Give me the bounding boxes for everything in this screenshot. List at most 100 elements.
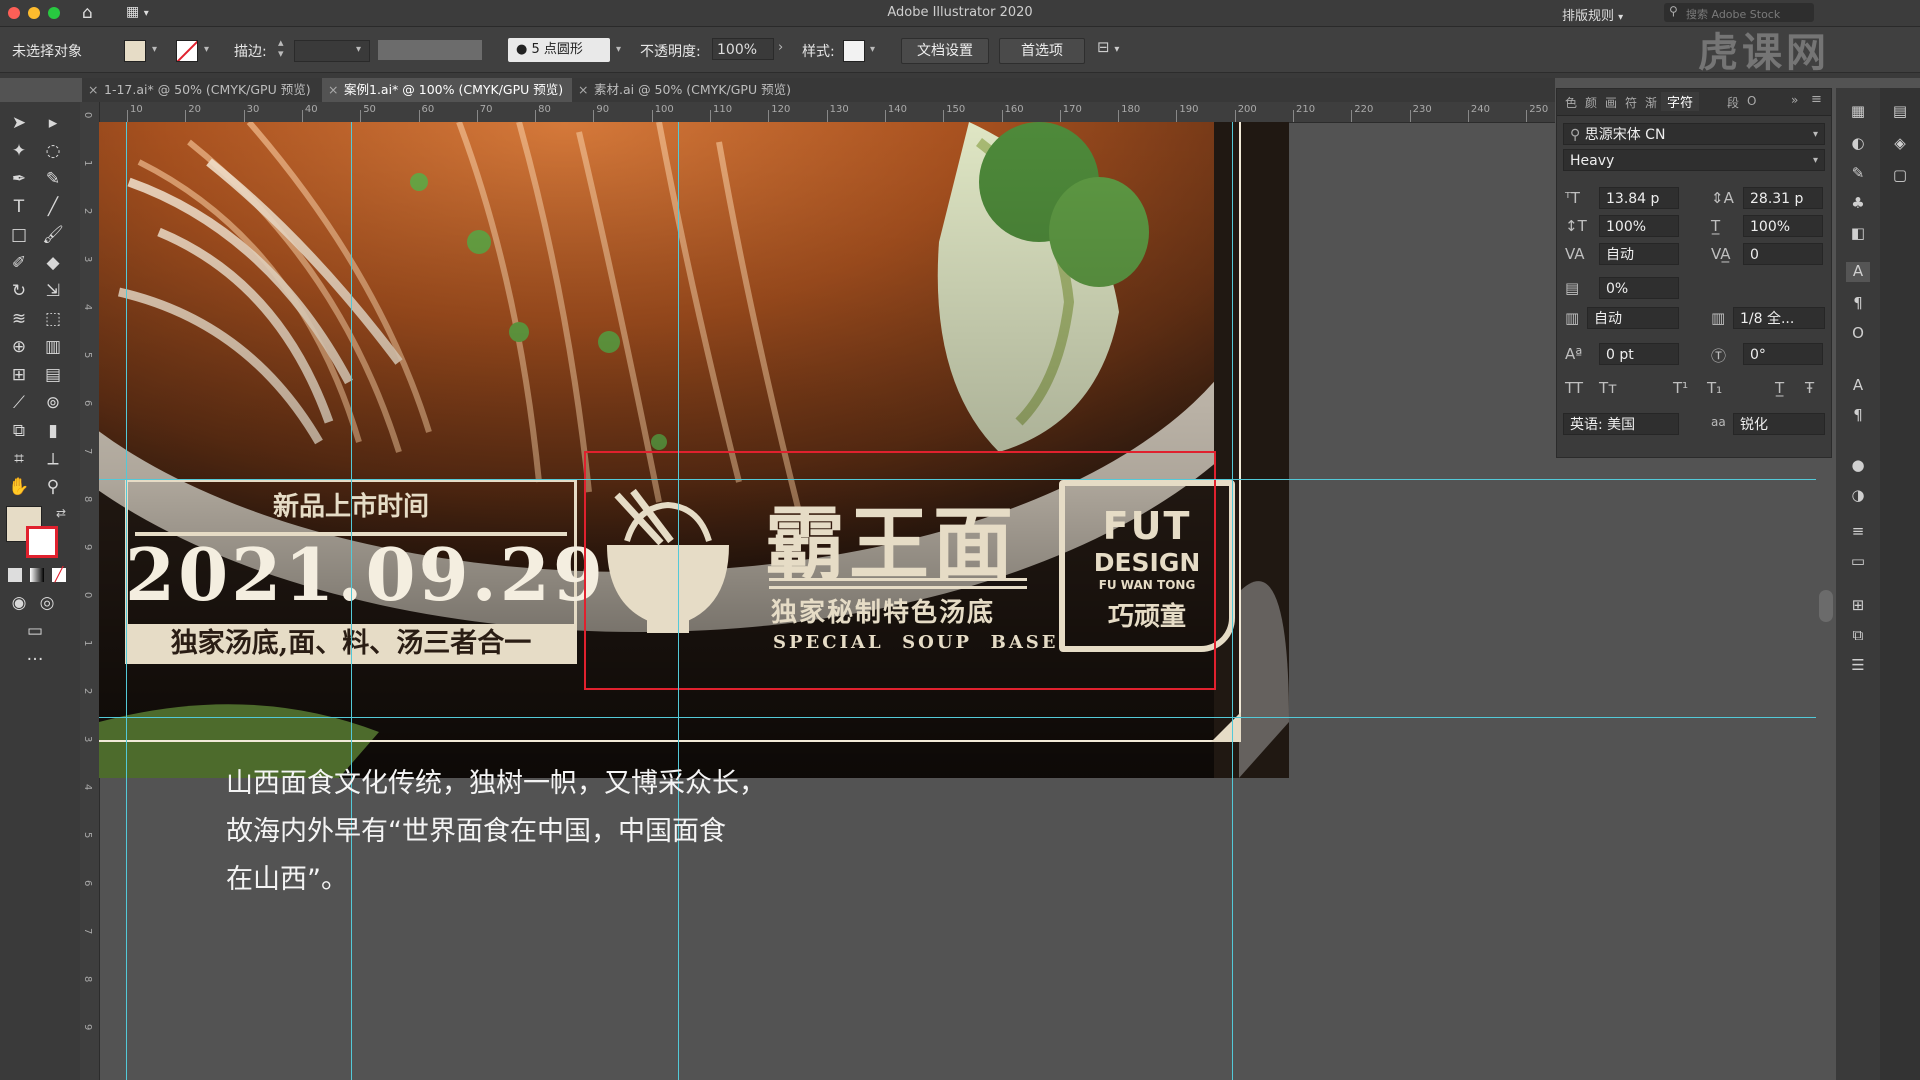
align-icon[interactable]: ☰ [1846,656,1870,676]
hand-tool-icon[interactable]: ✋ [6,474,32,500]
guide-horizontal[interactable] [99,717,1816,718]
tab-case1[interactable]: × 案例1.ai* @ 100% (CMYK/GPU 预览) [322,78,572,102]
arrange-icon[interactable]: ⊟ ▾ [1097,38,1119,56]
chevron-down-icon[interactable]: ▾ [870,44,875,55]
perspective-grid-tool-icon[interactable]: ▥ [40,334,66,360]
language-dropdown[interactable]: 英语: 美国 [1563,413,1679,435]
artboards-icon[interactable]: ▢ [1888,166,1912,186]
chevron-down-icon[interactable]: ▾ [152,44,157,55]
chevron-down-icon[interactable]: ▾ [616,44,621,55]
font-size-input[interactable]: 13.84 p [1599,187,1679,209]
character-icon[interactable]: A [1846,262,1870,282]
panel-collapse-icon[interactable]: » [1791,93,1798,107]
zoom-tool-icon[interactable]: ⚲ [40,474,66,500]
artboard-tool-icon[interactable]: ⌗ [6,446,32,472]
fill-swatch[interactable] [124,40,146,62]
document-setup-button[interactable]: 文档设置 [901,38,989,64]
superscript-icon[interactable]: T¹ [1673,379,1688,397]
vertical-ruler[interactable]: 0 1 2 3 4 5 6 7 8 9 0 1 2 3 4 5 6 7 8 9 [80,102,100,1080]
brushes-icon[interactable]: ✎ [1846,164,1870,184]
subscript-icon[interactable]: T₁ [1707,379,1722,397]
scale-tool-icon[interactable]: ⇲ [40,278,66,304]
tracking-input[interactable]: 0 [1743,243,1823,265]
horizontal-scale-input[interactable]: 100% [1743,215,1823,237]
horizontal-ruler[interactable]: 10 20 30 40 50 60 70 80 90 100 110 120 130 140 150 160 1… [99,102,1555,123]
guide-vertical[interactable] [126,122,127,1080]
swap-colors-icon[interactable]: ⇄ [56,506,66,520]
opentype-icon[interactable]: O [1846,324,1870,344]
gradient-mode-icon[interactable] [30,568,44,582]
guide-horizontal[interactable] [99,479,1816,480]
shape-builder-tool-icon[interactable]: ⊕ [6,334,32,360]
stroke-swatch[interactable] [176,40,198,62]
small-caps-icon[interactable]: Tт [1599,379,1617,397]
underline-icon[interactable]: T̲ [1775,379,1784,397]
stroke-icon[interactable]: ≡ [1846,522,1870,542]
tab-1-17[interactable]: × 1-17.ai* @ 50% (CMYK/GPU 预览) [82,78,332,102]
curvature-tool-icon[interactable]: ✎ [40,166,66,192]
paragraph-styles-icon[interactable]: ¶ [1846,406,1870,426]
swatches-icon[interactable]: ◑ [1846,486,1870,506]
transform-icon[interactable]: ⊞ [1846,596,1870,616]
stroke-stepper[interactable]: ▴ ▾ [278,37,284,59]
panel-tab-character[interactable]: 字符 [1661,92,1700,111]
tab-materials[interactable]: × 素材.ai @ 50% (CMYK/GPU 预览) [572,78,814,102]
artboard[interactable]: 新品上市时间 2021.09.29 独家汤底,面、料、汤三者合一 霸王面 独家秘… [99,122,1289,778]
symbols-icon[interactable]: ♣ [1846,194,1870,214]
font-family-dropdown[interactable]: ⚲ 思源宋体 CN ▾ [1563,123,1825,145]
aki-right-dropdown[interactable]: 1/8 全... [1733,307,1825,329]
shaper-tool-icon[interactable]: ✐ [6,250,32,276]
gradient-icon[interactable]: ▭ [1846,552,1870,572]
panel-tab-paragraph[interactable]: 段 [1727,94,1739,111]
screen-mode-icon[interactable]: ▭ [22,618,48,644]
chevron-right-icon[interactable]: › [778,40,783,55]
all-caps-icon[interactable]: TT [1565,379,1583,397]
kerning-input[interactable]: 自动 [1599,243,1679,265]
properties-icon[interactable]: ▤ [1888,102,1912,122]
blend-tool-icon[interactable]: ⊚ [40,390,66,416]
symbol-sprayer-tool-icon[interactable]: ⧉ [6,418,32,444]
vertical-scrollbar-thumb[interactable] [1819,590,1833,622]
close-tab-icon[interactable]: × [328,78,338,102]
leading-input[interactable]: 28.31 p [1743,187,1823,209]
panel-tab-symbols[interactable]: 符 [1625,94,1637,111]
chevron-down-icon[interactable]: ▾ [356,44,361,55]
rectangle-tool-icon[interactable]: □ [6,222,32,248]
gradient-tool-icon[interactable]: ▤ [40,362,66,388]
mesh-tool-icon[interactable]: ⊞ [6,362,32,388]
direct-selection-tool-icon[interactable]: ▸ [40,110,66,136]
body-text-block[interactable]: 山西面食文化传统，独树一帜，又博采众长， 故海内外早有“世界面食在中国，中国面食… [226,760,766,904]
baseline-shift-input[interactable]: 0 pt [1599,343,1679,365]
opacity-input[interactable]: 100% [712,38,774,60]
draw-behind-icon[interactable]: ◎ [34,590,60,616]
line-tool-icon[interactable]: ╱ [40,194,66,220]
appearance-icon[interactable]: ◐ [1846,134,1870,154]
guide-vertical[interactable] [1232,122,1233,1080]
pen-tool-icon[interactable]: ✒ [6,166,32,192]
tsume-input[interactable]: 0% [1599,277,1679,299]
brush-definition-dropdown[interactable]: ● 5 点圆形 [508,38,610,62]
draw-normal-icon[interactable]: ◉ [6,590,32,616]
chevron-down-icon[interactable]: ▾ [204,44,209,55]
more-tools-icon[interactable]: … [22,642,48,668]
free-transform-tool-icon[interactable]: ⬚ [40,306,66,332]
stroke-color-swatch[interactable] [26,526,58,558]
column-graph-tool-icon[interactable]: ▮ [40,418,66,444]
panel-tab-opentype[interactable]: O [1747,94,1756,108]
width-tool-icon[interactable]: ≋ [6,306,32,332]
paragraph-icon[interactable]: ¶ [1846,294,1870,314]
panel-tab-color[interactable]: 色 [1565,94,1577,111]
workspace-switcher[interactable]: 排版规则 ▾ [1562,5,1623,24]
variable-width-profile[interactable] [378,40,482,60]
panel-tab-appearance[interactable]: 颜 [1585,94,1597,111]
eraser-tool-icon[interactable]: ◆ [40,250,66,276]
close-tab-icon[interactable]: × [88,78,98,102]
selection-tool-icon[interactable]: ➤ [6,110,32,136]
character-rotation-input[interactable]: 0° [1743,343,1823,365]
graphic-styles-icon[interactable]: ◧ [1846,224,1870,244]
vertical-scale-input[interactable]: 100% [1599,215,1679,237]
color-mode-icon[interactable] [8,568,22,582]
preferences-button[interactable]: 首选项 [999,38,1085,64]
slice-tool-icon[interactable]: ⟂ [40,446,66,472]
lasso-tool-icon[interactable]: ◌ [40,138,66,164]
